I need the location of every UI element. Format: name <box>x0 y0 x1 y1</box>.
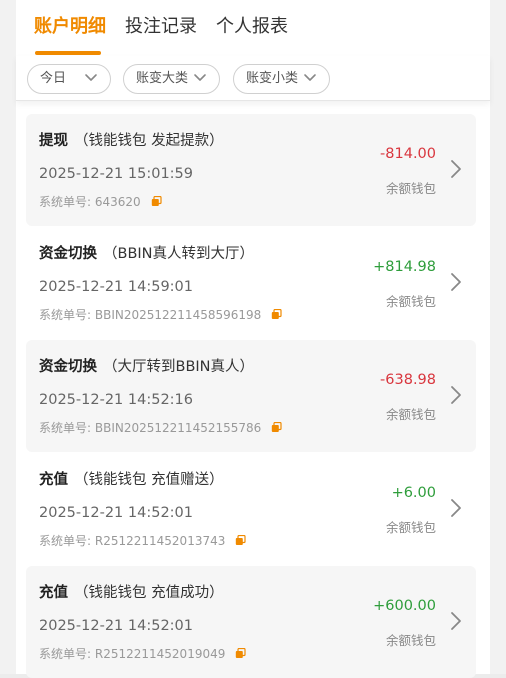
record-title: 提现 <box>39 133 68 149</box>
copy-icon[interactable] <box>271 422 282 433</box>
chevron-right-icon[interactable] <box>450 385 462 405</box>
chevron-right-icon[interactable] <box>450 159 462 179</box>
filter-category-label: 账变大类 <box>136 71 189 86</box>
tab-account-details[interactable]: 账户明细 <box>34 14 106 40</box>
left-background-strip <box>0 0 16 674</box>
filter-bar: 今日 账变大类 账变小类 <box>16 56 490 101</box>
account-details-panel: 账户明细 投注记录 个人报表 今日 账变大类 账变小类 提现 （钱能钱包 发起提款… <box>16 0 490 678</box>
copy-icon[interactable] <box>235 648 246 659</box>
record-note: （钱能钱包 发起提款） <box>74 133 224 149</box>
tab-personal-report[interactable]: 个人报表 <box>216 14 288 40</box>
copy-icon[interactable] <box>151 196 162 207</box>
chevron-right-icon[interactable] <box>450 272 462 292</box>
chevron-down-icon <box>85 74 97 81</box>
record-title: 充值 <box>39 472 68 488</box>
chevron-right-icon[interactable] <box>450 498 462 518</box>
record-wallet: 余额钱包 <box>385 407 436 422</box>
order-number: R2512211452019049 <box>94 647 226 661</box>
filter-subcategory-label: 账变小类 <box>246 71 299 86</box>
record-wallet: 余额钱包 <box>385 181 436 196</box>
record-note: （大厅转到BBIN真人） <box>103 359 255 375</box>
order-number-label: 系统单号: <box>39 308 92 322</box>
copy-icon[interactable] <box>271 309 282 320</box>
record-note: （钱能钱包 充值成功） <box>74 585 224 601</box>
record-card[interactable]: 充值 （钱能钱包 充值成功） 2025-12-21 14:52:01 系统单号: … <box>26 566 476 678</box>
record-datetime: 2025-12-21 15:01:59 <box>39 166 193 182</box>
record-datetime: 2025-12-21 14:59:01 <box>39 279 193 295</box>
order-number-label: 系统单号: <box>39 647 92 661</box>
tab-bar: 账户明细 投注记录 个人报表 <box>16 0 490 56</box>
order-number-label: 系统单号: <box>39 195 92 209</box>
record-amount: -638.98 <box>380 372 436 388</box>
record-amount: +814.98 <box>373 259 436 275</box>
record-wallet: 余额钱包 <box>385 294 436 309</box>
record-amount: +6.00 <box>391 485 436 501</box>
record-wallet: 余额钱包 <box>385 633 436 648</box>
active-tab-indicator <box>35 51 101 55</box>
record-note: （钱能钱包 充值赠送） <box>74 472 224 488</box>
record-note: （BBIN真人转到大厅） <box>103 246 255 262</box>
filter-category-dropdown[interactable]: 账变大类 <box>123 64 220 94</box>
chevron-down-icon <box>194 74 206 81</box>
filter-date-dropdown[interactable]: 今日 <box>27 64 111 94</box>
chevron-right-icon[interactable] <box>450 611 462 631</box>
record-datetime: 2025-12-21 14:52:01 <box>39 618 193 634</box>
tab-bet-records[interactable]: 投注记录 <box>125 14 197 40</box>
record-wallet: 余额钱包 <box>385 520 436 535</box>
record-title: 充值 <box>39 585 68 601</box>
filter-date-label: 今日 <box>40 71 67 86</box>
order-number: BBIN202512211458596198 <box>94 308 262 322</box>
record-amount: -814.00 <box>380 146 436 162</box>
record-title: 资金切换 <box>39 359 97 375</box>
order-number: BBIN202512211452155786 <box>94 421 262 435</box>
filter-subcategory-dropdown[interactable]: 账变小类 <box>233 64 330 94</box>
record-title: 资金切换 <box>39 246 97 262</box>
order-number-label: 系统单号: <box>39 534 92 548</box>
record-card[interactable]: 充值 （钱能钱包 充值赠送） 2025-12-21 14:52:01 系统单号: … <box>26 453 476 565</box>
record-card[interactable]: 提现 （钱能钱包 发起提款） 2025-12-21 15:01:59 系统单号: … <box>26 114 476 226</box>
record-card[interactable]: 资金切换 （大厅转到BBIN真人） 2025-12-21 14:52:16 系统单… <box>26 340 476 452</box>
record-amount: +600.00 <box>373 598 436 614</box>
chevron-down-icon <box>304 74 316 81</box>
record-datetime: 2025-12-21 14:52:16 <box>39 392 193 408</box>
order-number: 643620 <box>94 195 141 209</box>
order-number-label: 系统单号: <box>39 421 92 435</box>
copy-icon[interactable] <box>235 535 246 546</box>
right-background-strip <box>490 0 506 674</box>
order-number: R2512211452013743 <box>94 534 226 548</box>
record-datetime: 2025-12-21 14:52:01 <box>39 505 193 521</box>
record-card[interactable]: 资金切换 （BBIN真人转到大厅） 2025-12-21 14:59:01 系统单… <box>26 227 476 339</box>
